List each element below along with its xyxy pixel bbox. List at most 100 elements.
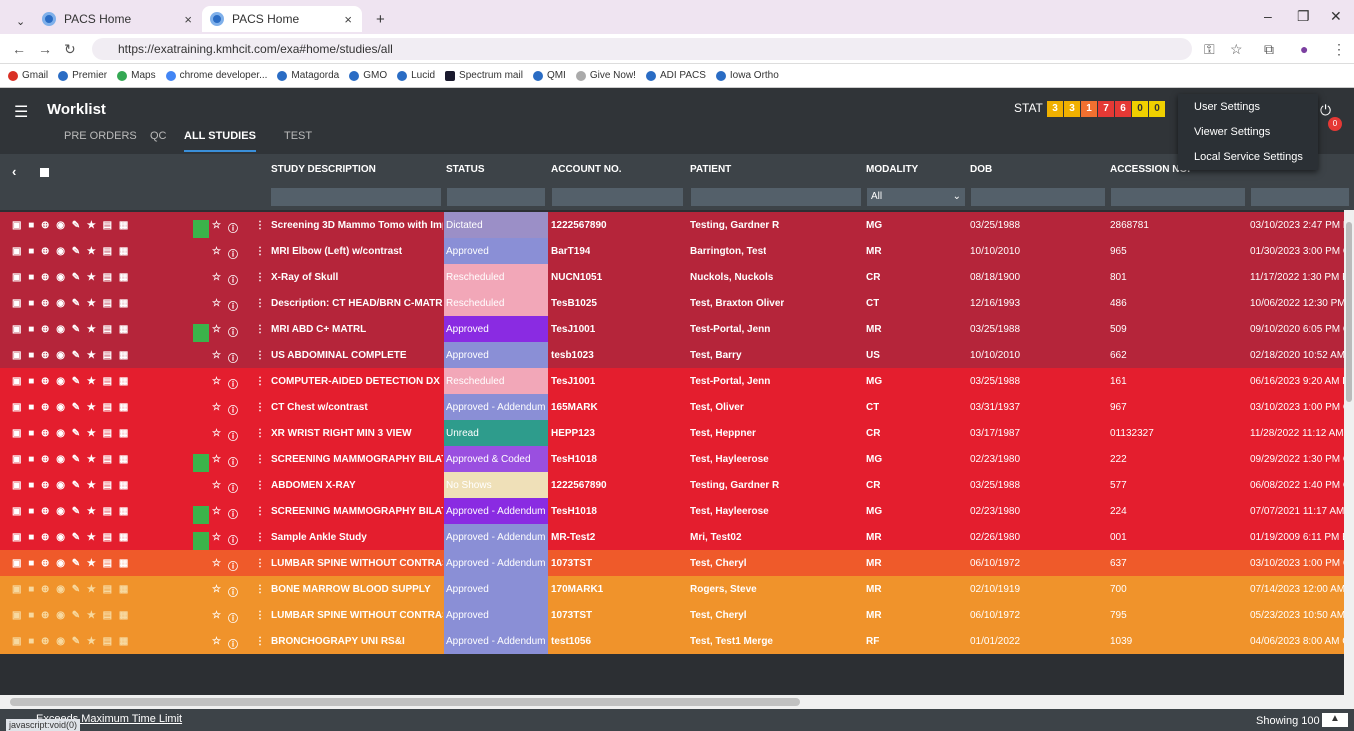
table-row[interactable]: ▣ ■ ⊕ ◉ ✎ ★ ▤ ▦ ☆ ⓘ ⋮ US ABDOMINAL COMPLETE A… — [0, 342, 1354, 368]
column-header[interactable]: STATUS — [446, 164, 485, 175]
bookmark[interactable]: Matagorda — [277, 70, 339, 81]
tab-test[interactable]: TEST — [284, 130, 312, 142]
table-row[interactable]: ▣ ■ ⊕ ◉ ✎ ★ ▤ ▦ ☆ ⓘ ⋮ Description: CT HEAD/B… — [0, 290, 1354, 316]
info-icon[interactable]: ⓘ — [228, 558, 238, 573]
row-action-icons[interactable]: ▣ ■ ⊕ ◉ ✎ ★ ▤ ▦ — [12, 480, 130, 491]
menu-item-local-service-settings[interactable]: Local Service Settings — [1178, 146, 1318, 169]
info-icon[interactable]: ⓘ — [228, 376, 238, 391]
reload-icon[interactable]: ↻ — [64, 41, 76, 58]
info-icon[interactable]: ⓘ — [228, 506, 238, 521]
info-icon[interactable]: ⓘ — [228, 350, 238, 365]
url-input[interactable]: https://exatraining.kmhcit.com/exa#home/… — [92, 38, 1192, 60]
table-row[interactable]: ▣ ■ ⊕ ◉ ✎ ★ ▤ ▦ ☆ ⓘ ⋮ CT Chest w/contrast App… — [0, 394, 1354, 420]
info-icon[interactable]: ⓘ — [228, 584, 238, 599]
star-icon[interactable]: ☆ — [212, 246, 221, 257]
star-icon[interactable]: ☆ — [212, 376, 221, 387]
row-action-icons[interactable]: ▣ ■ ⊕ ◉ ✎ ★ ▤ ▦ — [12, 376, 130, 387]
notification-badge[interactable]: 0 — [1328, 117, 1342, 131]
description-filter-input[interactable] — [270, 187, 442, 207]
scroll-top-icon[interactable]: ▲ — [1322, 713, 1348, 727]
star-icon[interactable]: ☆ — [212, 636, 221, 647]
tab-all-studies[interactable]: ALL STUDIES — [184, 130, 256, 152]
bookmark[interactable]: Lucid — [397, 70, 435, 81]
extensions-icon[interactable]: ⧉ — [1264, 41, 1274, 58]
bookmark[interactable]: Iowa Ortho — [715, 70, 779, 81]
column-header[interactable]: PATIENT — [690, 164, 731, 175]
bookmark[interactable]: GMO — [349, 70, 387, 81]
star-icon[interactable]: ☆ — [212, 220, 221, 231]
vertical-scrollbar[interactable] — [1344, 210, 1354, 695]
info-icon[interactable]: ⓘ — [228, 636, 238, 651]
row-action-icons[interactable]: ▣ ■ ⊕ ◉ ✎ ★ ▤ ▦ — [12, 636, 130, 647]
kebab-icon[interactable]: ⋮ — [255, 376, 265, 387]
table-row[interactable]: ▣ ■ ⊕ ◉ ✎ ★ ▤ ▦ ☆ ⓘ ⋮ X-Ray of Skull Reschedu… — [0, 264, 1354, 290]
bookmark[interactable]: QMI — [532, 70, 566, 81]
bookmark[interactable]: Premier — [58, 70, 107, 81]
bookmark[interactable]: Gmail — [8, 70, 48, 81]
star-icon[interactable]: ☆ — [212, 480, 221, 491]
profile-icon[interactable]: ● — [1300, 41, 1308, 57]
kebab-icon[interactable]: ⋮ — [255, 324, 265, 335]
star-icon[interactable]: ☆ — [212, 272, 221, 283]
table-row[interactable]: ▣ ■ ⊕ ◉ ✎ ★ ▤ ▦ ☆ ⓘ ⋮ BRONCHOGRAPY UNI RS&I A… — [0, 628, 1354, 654]
close-icon[interactable]: × — [184, 12, 192, 27]
scroll-thumb[interactable] — [10, 698, 800, 706]
star-icon[interactable]: ☆ — [212, 298, 221, 309]
kebab-icon[interactable]: ⋮ — [255, 610, 265, 621]
star-icon[interactable]: ☆ — [1230, 41, 1243, 58]
table-row[interactable]: ▣ ■ ⊕ ◉ ✎ ★ ▤ ▦ ☆ ⓘ ⋮ COMPUTER-AIDED DETECTI… — [0, 368, 1354, 394]
info-icon[interactable]: ⓘ — [228, 246, 238, 261]
table-row[interactable]: ▣ ■ ⊕ ◉ ✎ ★ ▤ ▦ ☆ ⓘ ⋮ Sample Ankle Study Appr… — [0, 524, 1354, 558]
power-icon[interactable]: ⏻ — [1320, 102, 1331, 119]
browser-menu-icon[interactable]: ⋮ — [1332, 41, 1346, 58]
kebab-icon[interactable]: ⋮ — [255, 298, 265, 309]
column-header[interactable]: ACCOUNT NO. — [551, 164, 622, 175]
star-icon[interactable]: ☆ — [212, 324, 221, 335]
collapse-chevron-icon[interactable]: ‹ — [12, 164, 16, 179]
status-filter-input[interactable] — [446, 187, 546, 207]
row-action-icons[interactable]: ▣ ■ ⊕ ◉ ✎ ★ ▤ ▦ — [12, 402, 130, 413]
info-icon[interactable]: ⓘ — [228, 402, 238, 417]
info-icon[interactable]: ⓘ — [228, 298, 238, 313]
info-icon[interactable]: ⓘ — [228, 532, 238, 547]
stat-count[interactable]: 3 — [1047, 101, 1063, 117]
accession-filter-input[interactable] — [1110, 187, 1246, 207]
bookmark[interactable]: Give Now! — [575, 70, 636, 81]
scroll-thumb[interactable] — [1346, 222, 1352, 402]
row-action-icons[interactable]: ▣ ■ ⊕ ◉ ✎ ★ ▤ ▦ — [12, 298, 130, 309]
back-icon[interactable]: ← — [12, 41, 26, 57]
table-row[interactable]: ▣ ■ ⊕ ◉ ✎ ★ ▤ ▦ ☆ ⓘ ⋮ LUMBAR SPINE WITHOUT C… — [0, 602, 1354, 628]
kebab-icon[interactable]: ⋮ — [255, 402, 265, 413]
modality-filter-select[interactable]: All ⌄ — [866, 187, 966, 207]
table-row[interactable]: ▣ ■ ⊕ ◉ ✎ ★ ▤ ▦ ☆ ⓘ ⋮ SCREENING MAMMOGRAPHY … — [0, 446, 1354, 480]
window-close-icon[interactable]: ✕ — [1330, 8, 1342, 25]
browser-tab-active[interactable]: PACS Home × — [202, 6, 362, 32]
account-filter-input[interactable] — [551, 187, 684, 207]
browser-tab[interactable]: PACS Home × — [34, 6, 202, 32]
minimize-icon[interactable]: – — [1264, 8, 1272, 24]
stat-count[interactable]: 6 — [1115, 101, 1131, 117]
restore-icon[interactable]: ❐ — [1297, 8, 1310, 25]
hamburger-menu-icon[interactable]: ☰ — [14, 102, 28, 122]
new-tab-icon[interactable]: + — [368, 6, 393, 32]
kebab-icon[interactable]: ⋮ — [255, 480, 265, 491]
stat-count[interactable]: 7 — [1098, 101, 1114, 117]
info-icon[interactable]: ⓘ — [228, 428, 238, 443]
star-icon[interactable]: ☆ — [212, 558, 221, 569]
row-action-icons[interactable]: ▣ ■ ⊕ ◉ ✎ ★ ▤ ▦ — [12, 454, 130, 465]
date-filter-input[interactable] — [1250, 187, 1350, 207]
star-icon[interactable]: ☆ — [212, 610, 221, 621]
row-action-icons[interactable]: ▣ ■ ⊕ ◉ ✎ ★ ▤ ▦ — [12, 246, 130, 257]
row-action-icons[interactable]: ▣ ■ ⊕ ◉ ✎ ★ ▤ ▦ — [12, 506, 130, 517]
column-header[interactable]: STUDY DESCRIPTION — [271, 164, 376, 175]
star-icon[interactable]: ☆ — [212, 532, 221, 543]
table-row[interactable]: ▣ ■ ⊕ ◉ ✎ ★ ▤ ▦ ☆ ⓘ ⋮ MRI ABD C+ MATRL Approv… — [0, 316, 1354, 350]
info-icon[interactable]: ⓘ — [228, 454, 238, 469]
row-action-icons[interactable]: ▣ ■ ⊕ ◉ ✎ ★ ▤ ▦ — [12, 610, 130, 621]
row-action-icons[interactable]: ▣ ■ ⊕ ◉ ✎ ★ ▤ ▦ — [12, 272, 130, 283]
info-icon[interactable]: ⓘ — [228, 220, 238, 235]
stat-count[interactable]: 0 — [1132, 101, 1148, 117]
forward-icon[interactable]: → — [38, 41, 52, 57]
table-row[interactable]: ▣ ■ ⊕ ◉ ✎ ★ ▤ ▦ ☆ ⓘ ⋮ BONE MARROW BLOOD SUPP… — [0, 576, 1354, 602]
star-icon[interactable]: ☆ — [212, 454, 221, 465]
